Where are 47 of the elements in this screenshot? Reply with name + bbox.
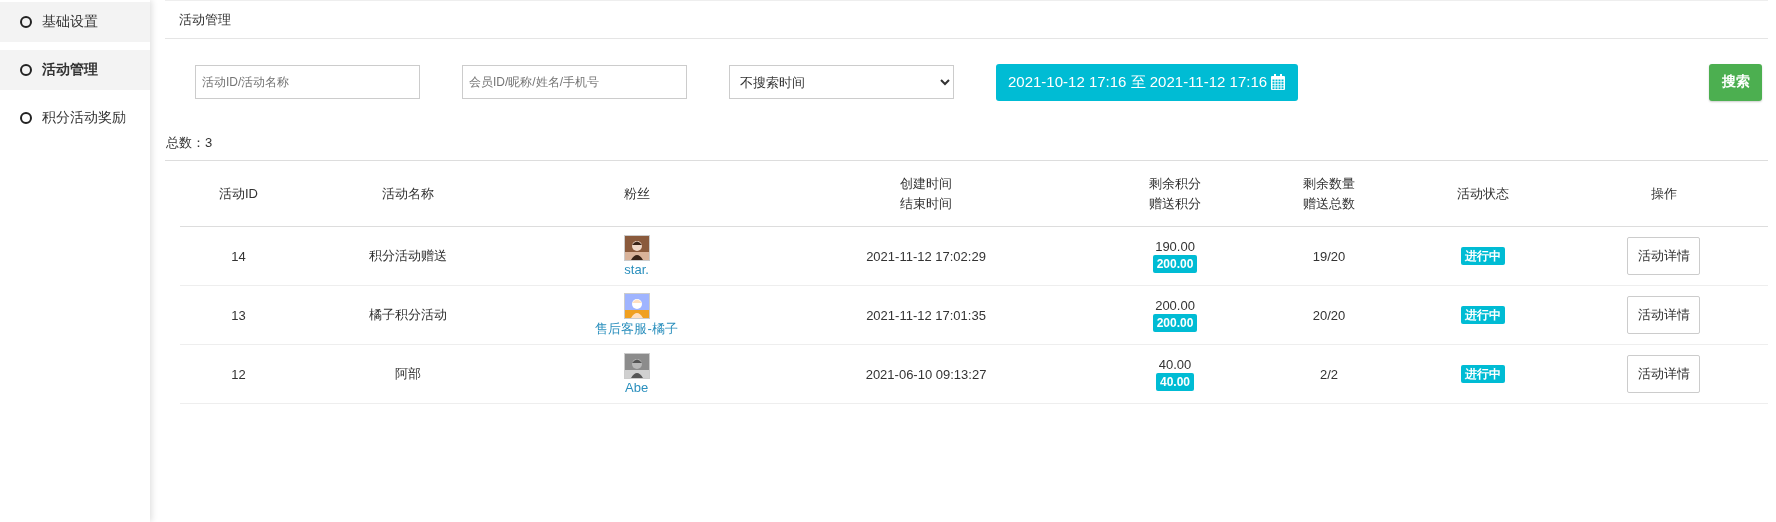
table-cell: 2/2 (1319, 366, 1338, 382)
table-cell: 13 (231, 307, 246, 323)
page-title: 活动管理 (179, 10, 231, 29)
table-cell: 12 (231, 366, 246, 382)
status-badge: 进行中 (1460, 246, 1505, 265)
table-cell: 40.00 (1158, 357, 1192, 372)
member-search-field[interactable]: 会员ID/昵称/姓名/手机号 (462, 65, 687, 99)
fan-link[interactable]: star. (624, 262, 649, 277)
points-badge: 200.00 (1152, 314, 1198, 332)
column-header: 剩余积分 赠送积分 (1148, 174, 1203, 213)
detail-button[interactable]: 活动详情 (1627, 355, 1701, 393)
activity-search-field[interactable]: 活动ID/活动名称 (195, 65, 420, 99)
fan-link[interactable]: Abe (625, 380, 649, 395)
column-header: 活动名称 (381, 184, 436, 203)
table-cell: 19/20 (1312, 248, 1346, 264)
column-header: 活动状态 (1455, 184, 1510, 203)
detail-button[interactable]: 活动详情 (1627, 296, 1701, 334)
table-cell: 2021-11-12 17:02:29 (866, 248, 986, 264)
column-header: 活动ID (217, 184, 259, 203)
table-cell: 20/20 (1312, 307, 1346, 323)
points-badge: 40.00 (1156, 373, 1195, 391)
calendar-icon (1270, 73, 1287, 91)
column-header: 创建时间 结束时间 (899, 174, 953, 213)
fan-link[interactable]: 售后客服-橘子 (595, 319, 678, 338)
sidebar-item[interactable]: 基础设置 (0, 2, 150, 42)
table-cell: 橘子积分活动 (369, 307, 448, 322)
total-count: 总数：3 (166, 133, 213, 152)
table-cell: 阿部 (395, 366, 422, 381)
circle-icon (20, 112, 32, 124)
column-header: 剩余数量 赠送总数 (1301, 174, 1356, 213)
time-select[interactable]: 不搜索时间 (729, 65, 954, 99)
detail-button[interactable]: 活动详情 (1627, 237, 1701, 275)
table-cell: 2021-06-10 09:13:27 (865, 366, 987, 382)
column-header: 操作 (1649, 184, 1678, 203)
status-badge: 进行中 (1460, 305, 1505, 324)
table-cell: 2021-11-12 17:01:35 (866, 307, 986, 323)
sidebar-item[interactable]: 积分活动奖励 (0, 98, 150, 138)
status-badge: 进行中 (1460, 364, 1505, 383)
sidebar-item[interactable]: 活动管理 (0, 50, 150, 90)
points-badge: 200.00 (1152, 255, 1198, 273)
table-cell: 200.00 (1155, 298, 1195, 313)
table-cell: 190.00 (1155, 239, 1195, 254)
table-cell: 积分活动赠送 (369, 248, 448, 263)
circle-icon (20, 64, 32, 76)
column-header: 粉丝 (622, 184, 651, 203)
circle-icon (20, 16, 32, 28)
table-cell: 14 (231, 248, 246, 264)
